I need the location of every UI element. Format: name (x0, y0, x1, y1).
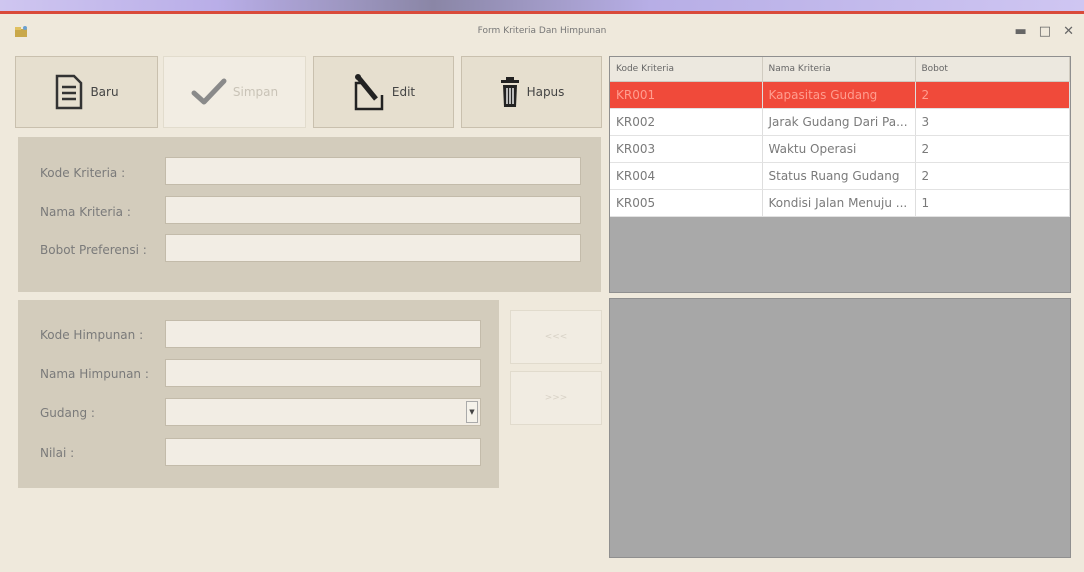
bobot-preferensi-input[interactable] (165, 234, 581, 262)
nama-kriteria-input[interactable] (165, 196, 581, 224)
kode-kriteria-input[interactable] (165, 157, 581, 185)
window-title: Form Kriteria Dan Himpunan (477, 26, 607, 36)
table-row[interactable]: KR002 Jarak Gudang Dari Pa... 3 (610, 108, 1070, 136)
table-cell: Waktu Operasi (762, 135, 916, 163)
column-header[interactable]: Nama Kriteria (762, 57, 916, 82)
kriteria-grid[interactable]: Kode Kriteria Nama Kriteria Bobot KR001 … (609, 56, 1071, 293)
table-cell: KR005 (610, 189, 763, 217)
table-cell: KR003 (610, 135, 763, 163)
maximize-icon[interactable]: □ (1039, 24, 1051, 40)
new-document-icon (56, 74, 83, 110)
nilai-label: Nilai : (40, 446, 75, 460)
table-cell: Status Ruang Gudang (762, 162, 916, 190)
kriteria-table: Kode Kriteria Nama Kriteria Bobot KR001 … (610, 57, 1070, 217)
kriteria-panel: Kode Kriteria : Nama Kriteria : Bobot Pr… (18, 137, 601, 292)
window-controls: ▬ □ ✕ (1015, 24, 1075, 40)
table-cell: KR001 (610, 81, 763, 109)
nama-kriteria-label: Nama Kriteria : (40, 205, 131, 219)
window-top-strip (0, 0, 1084, 14)
minimize-icon[interactable]: ▬ (1015, 24, 1027, 40)
gudang-select[interactable]: ▼ (165, 398, 481, 426)
checkmark-icon (191, 78, 227, 105)
table-cell: Kapasitas Gudang (762, 81, 916, 109)
table-row[interactable]: KR003 Waktu Operasi 2 (610, 135, 1070, 163)
bobot-preferensi-label: Bobot Preferensi : (40, 243, 147, 257)
chevron-down-icon[interactable]: ▼ (466, 401, 478, 423)
hapus-label: Hapus (526, 85, 565, 99)
table-cell: 2 (915, 135, 1070, 163)
hapus-button[interactable]: Hapus (461, 56, 602, 128)
table-cell: Jarak Gudang Dari Pa... (762, 108, 916, 136)
close-icon[interactable]: ✕ (1063, 24, 1074, 40)
kode-kriteria-label: Kode Kriteria : (40, 166, 126, 180)
nama-himpunan-label: Nama Himpunan : (40, 367, 149, 381)
simpan-label: Simpan (232, 85, 279, 99)
table-cell: 3 (915, 108, 1070, 136)
table-row[interactable]: KR001 Kapasitas Gudang 2 (610, 81, 1070, 109)
kode-himpunan-input[interactable] (165, 320, 481, 348)
baru-label: Baru (90, 85, 119, 99)
himpunan-panel: Kode Himpunan : Nama Himpunan : Gudang :… (18, 300, 499, 488)
nama-himpunan-input[interactable] (165, 359, 481, 387)
baru-button[interactable]: Baru (15, 56, 158, 128)
add-himpunan-button[interactable]: <<< (510, 310, 602, 364)
table-cell: 2 (915, 81, 1070, 109)
table-cell: Kondisi Jalan Menuju ... (762, 189, 916, 217)
nilai-input[interactable] (165, 438, 481, 466)
gudang-label: Gudang : (40, 406, 95, 420)
table-row[interactable]: KR004 Status Ruang Gudang 2 (610, 162, 1070, 190)
column-header[interactable]: Kode Kriteria (610, 57, 763, 82)
table-header-row: Kode Kriteria Nama Kriteria Bobot (610, 57, 1070, 82)
trash-icon (500, 77, 519, 107)
title-bar: Form Kriteria Dan Himpunan ▬ □ ✕ (0, 14, 1084, 52)
table-cell: 1 (915, 189, 1070, 217)
table-row[interactable]: KR005 Kondisi Jalan Menuju ... 1 (610, 189, 1070, 217)
simpan-button[interactable]: Simpan (163, 56, 306, 128)
edit-button[interactable]: Edit (313, 56, 454, 128)
kode-himpunan-label: Kode Himpunan : (40, 328, 144, 342)
himpunan-grid[interactable] (609, 298, 1071, 558)
column-header[interactable]: Bobot (915, 57, 1070, 82)
edit-pencil-icon (354, 74, 384, 111)
table-cell: KR002 (610, 108, 763, 136)
table-cell: 2 (915, 162, 1070, 190)
remove-himpunan-button[interactable]: >>> (510, 371, 602, 425)
edit-label: Edit (391, 85, 416, 99)
table-cell: KR004 (610, 162, 763, 190)
